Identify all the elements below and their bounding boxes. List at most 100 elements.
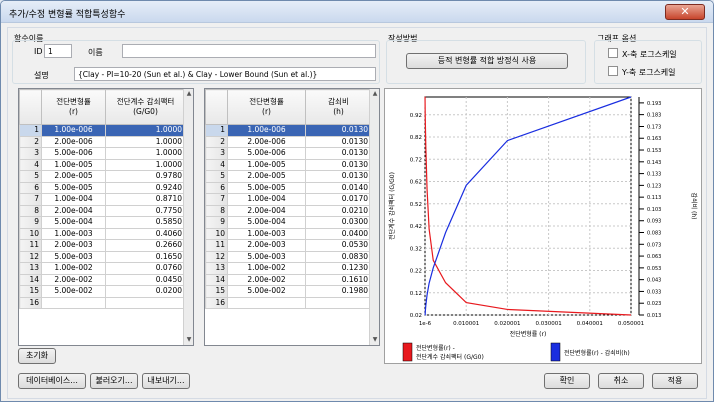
strain-cell[interactable]: 5.00e-005 <box>227 181 306 194</box>
export-button[interactable]: 내보내기... <box>142 373 190 389</box>
id-field[interactable]: 1 <box>44 44 72 58</box>
table-row[interactable]: 5 2.00e-005 0.0130 <box>205 170 372 183</box>
row-number[interactable]: 13 <box>19 262 42 275</box>
strain-cell[interactable]: 1.00e-002 <box>41 262 106 275</box>
strain-cell[interactable]: 2.00e-006 <box>41 135 106 148</box>
table-row[interactable]: 1 1.00e-006 1.0000 <box>19 124 186 137</box>
strain-cell[interactable]: 1.00e-006 <box>227 124 306 137</box>
table-row[interactable]: 7 1.00e-004 0.0170 <box>205 193 372 206</box>
apply-button[interactable]: 적용 <box>652 373 698 389</box>
value-cell[interactable]: 0.0400 <box>305 227 372 240</box>
strain-cell[interactable]: 2.00e-005 <box>227 170 306 183</box>
value-cell[interactable] <box>105 296 186 309</box>
row-number[interactable]: 6 <box>205 181 228 194</box>
strain-cell[interactable]: 5.00e-006 <box>227 147 306 160</box>
value-cell[interactable]: 0.0130 <box>305 135 372 148</box>
row-number[interactable]: 4 <box>19 158 42 171</box>
row-number[interactable]: 15 <box>19 285 42 298</box>
table-row[interactable]: 11 2.00e-003 0.0530 <box>205 239 372 252</box>
import-button[interactable]: 불러오기... <box>90 373 138 389</box>
strain-cell[interactable]: 5.00e-004 <box>41 216 106 229</box>
row-number[interactable]: 8 <box>205 204 228 217</box>
row-number[interactable]: 15 <box>205 285 228 298</box>
strain-cell[interactable]: 1.00e-004 <box>227 193 306 206</box>
damping-table-scrollbar[interactable]: ▲ ▼ <box>369 89 379 345</box>
strain-cell[interactable]: 2.00e-003 <box>227 239 306 252</box>
y-log-scale-checkbox[interactable] <box>608 66 618 76</box>
row-number[interactable]: 16 <box>19 296 42 309</box>
value-cell[interactable]: 0.0830 <box>305 250 372 263</box>
table-row[interactable]: 6 5.00e-005 0.0140 <box>205 181 372 194</box>
table-row[interactable]: 14 2.00e-002 0.1610 <box>205 273 372 286</box>
value-cell[interactable]: 0.1230 <box>305 262 372 275</box>
table-row[interactable]: 3 5.00e-006 0.0130 <box>205 147 372 160</box>
strain-cell[interactable]: 5.00e-006 <box>41 147 106 160</box>
table-row[interactable]: 1 1.00e-006 0.0130 <box>205 124 372 137</box>
table-row[interactable]: 11 2.00e-003 0.2660 <box>19 239 186 252</box>
table-row[interactable]: 10 1.00e-003 0.0400 <box>205 227 372 240</box>
value-cell[interactable]: 0.9240 <box>105 181 186 194</box>
row-number[interactable]: 10 <box>205 227 228 240</box>
row-number[interactable]: 1 <box>19 124 42 137</box>
table-row[interactable]: 16 <box>205 296 372 309</box>
strain-cell[interactable]: 5.00e-002 <box>227 285 306 298</box>
strain-cell[interactable]: 1.00e-004 <box>41 193 106 206</box>
table-row[interactable]: 13 1.00e-002 0.0760 <box>19 262 186 275</box>
value-cell[interactable]: 0.9780 <box>105 170 186 183</box>
value-cell[interactable]: 1.0000 <box>105 124 186 137</box>
row-number[interactable]: 4 <box>205 158 228 171</box>
strain-cell[interactable]: 1.00e-006 <box>41 124 106 137</box>
table-row[interactable]: 8 2.00e-004 0.0210 <box>205 204 372 217</box>
scroll-down-icon[interactable]: ▼ <box>370 335 379 345</box>
table-row[interactable]: 2 2.00e-006 0.0130 <box>205 135 372 148</box>
table-row[interactable]: 16 <box>19 296 186 309</box>
row-number[interactable]: 2 <box>19 135 42 148</box>
row-number[interactable]: 13 <box>205 262 228 275</box>
row-number[interactable]: 12 <box>205 250 228 263</box>
value-cell[interactable]: 0.7750 <box>105 204 186 217</box>
value-cell[interactable]: 0.0130 <box>305 158 372 171</box>
value-cell[interactable]: 0.1980 <box>305 285 372 298</box>
table-row[interactable]: 4 1.00e-005 0.0130 <box>205 158 372 171</box>
table-row[interactable]: 2 2.00e-006 1.0000 <box>19 135 186 148</box>
table-row[interactable]: 5 2.00e-005 0.9780 <box>19 170 186 183</box>
table-row[interactable]: 15 5.00e-002 0.1980 <box>205 285 372 298</box>
gg0-table-scrollbar[interactable]: ▲ ▼ <box>183 89 193 345</box>
value-cell[interactable]: 0.1610 <box>305 273 372 286</box>
value-cell[interactable]: 0.0300 <box>305 216 372 229</box>
table-row[interactable]: 8 2.00e-004 0.7750 <box>19 204 186 217</box>
column-header-damping[interactable]: 감쇠비 (h) <box>305 89 372 125</box>
damping-table[interactable]: 전단변형률 (r) 감쇠비 (h) 1 1.00e-006 0.0130 2 2.00e-0… <box>204 88 380 346</box>
description-field[interactable]: {Clay - PI=10-20 (Sun et al.) & Clay - L… <box>74 67 376 81</box>
table-row[interactable]: 4 1.00e-005 1.0000 <box>19 158 186 171</box>
ok-button[interactable]: 확인 <box>544 373 590 389</box>
value-cell[interactable]: 0.0210 <box>305 204 372 217</box>
reset-button[interactable]: 초기화 <box>18 348 56 364</box>
row-number[interactable]: 8 <box>19 204 42 217</box>
row-number[interactable]: 9 <box>205 216 228 229</box>
strain-cell[interactable]: 1.00e-005 <box>41 158 106 171</box>
value-cell[interactable]: 0.0450 <box>105 273 186 286</box>
table-row[interactable]: 7 1.00e-004 0.8710 <box>19 193 186 206</box>
strain-cell[interactable]: 5.00e-002 <box>41 285 106 298</box>
cancel-button[interactable]: 취소 <box>598 373 644 389</box>
column-header-strain[interactable]: 전단변형률 (r) <box>227 89 306 125</box>
row-number[interactable]: 6 <box>19 181 42 194</box>
strain-cell[interactable]: 1.00e-005 <box>227 158 306 171</box>
table-row[interactable]: 12 5.00e-003 0.0830 <box>205 250 372 263</box>
database-button[interactable]: 데이터베이스... <box>18 373 86 389</box>
value-cell[interactable]: 0.0530 <box>305 239 372 252</box>
name-field[interactable] <box>122 44 376 58</box>
value-cell[interactable]: 0.0170 <box>305 193 372 206</box>
strain-cell[interactable]: 5.00e-003 <box>227 250 306 263</box>
column-header-gg0[interactable]: 전단계수 감쇠팩터 (G/G0) <box>105 89 186 125</box>
close-button[interactable]: ✕ <box>665 4 705 20</box>
value-cell[interactable]: 0.8710 <box>105 193 186 206</box>
strain-cell[interactable]: 5.00e-003 <box>41 250 106 263</box>
strain-cell[interactable]: 2.00e-006 <box>227 135 306 148</box>
strain-cell[interactable]: 5.00e-005 <box>41 181 106 194</box>
row-number[interactable]: 5 <box>205 170 228 183</box>
strain-cell[interactable]: 2.00e-004 <box>227 204 306 217</box>
strain-cell[interactable] <box>41 296 106 309</box>
strain-cell[interactable]: 1.00e-002 <box>227 262 306 275</box>
